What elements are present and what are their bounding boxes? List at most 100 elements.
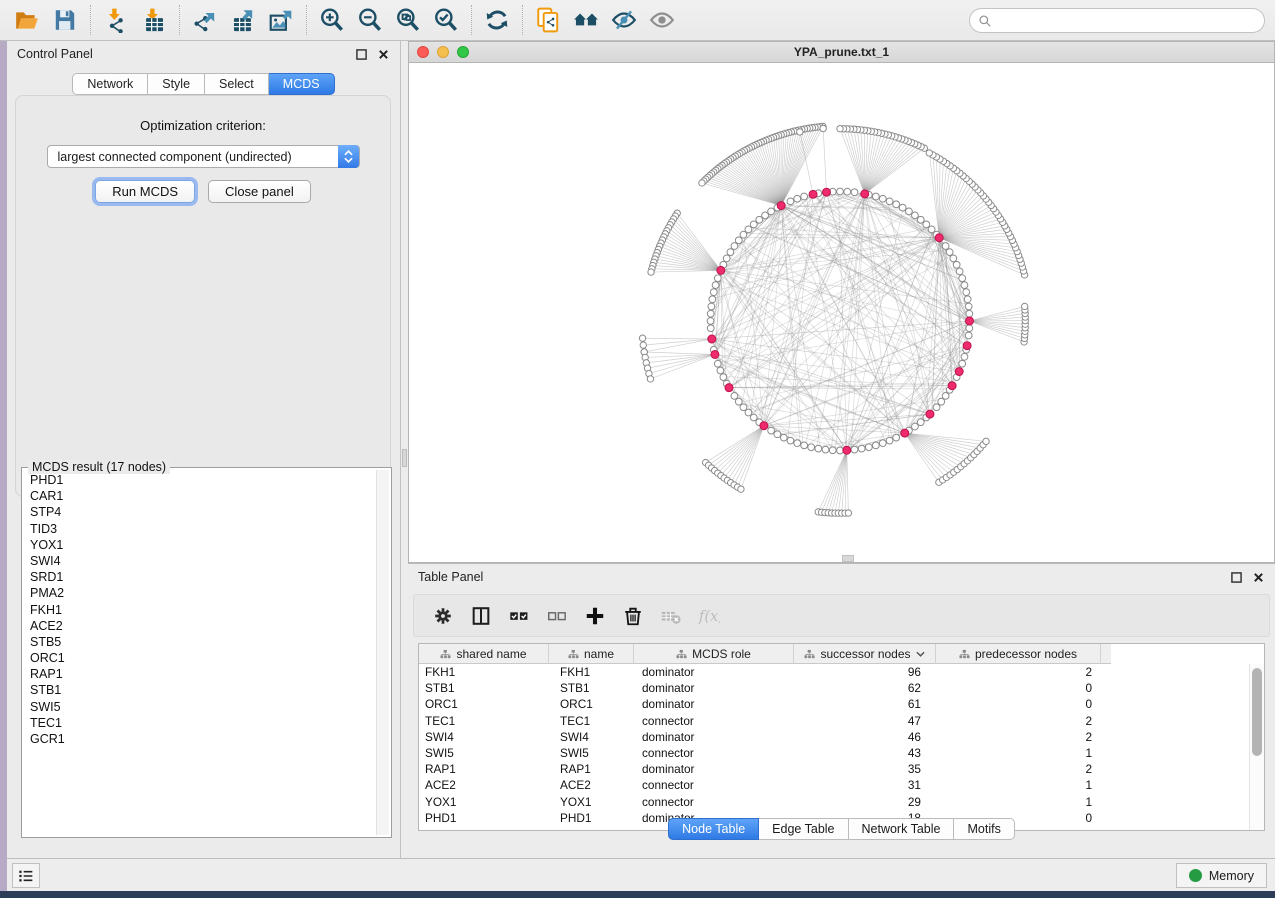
home-button[interactable]: [567, 3, 605, 37]
show-columns-button[interactable]: [462, 599, 500, 633]
close-table-panel-icon[interactable]: [1251, 570, 1265, 584]
cell-predecessor-nodes: 2: [936, 714, 1101, 728]
mcds-result-item[interactable]: PMA2: [24, 585, 375, 601]
add-column-icon: [584, 605, 606, 627]
table-row[interactable]: ACE2ACE2connector311: [419, 777, 1248, 793]
refresh-button[interactable]: [478, 3, 516, 37]
column-type-icon: [804, 649, 815, 660]
tab-motifs[interactable]: Motifs: [954, 818, 1014, 840]
run-mcds-button[interactable]: Run MCDS: [95, 180, 195, 203]
cell-successor-nodes: 61: [794, 697, 936, 711]
zoom-out-button[interactable]: [351, 3, 389, 37]
tab-select[interactable]: Select: [205, 73, 269, 95]
mcds-result-group: MCDS result (17 nodes) PHD1CAR1STP4TID3Y…: [21, 467, 392, 838]
table-row[interactable]: RAP1RAP1dominator352: [419, 761, 1248, 777]
mcds-list-scrollbar[interactable]: [376, 470, 389, 835]
tab-mcds[interactable]: MCDS: [269, 73, 335, 95]
search-input[interactable]: [992, 11, 1264, 31]
add-column-button[interactable]: [576, 599, 614, 633]
table-row[interactable]: FKH1FKH1dominator962: [419, 664, 1248, 680]
column-label: predecessor nodes: [975, 647, 1077, 661]
mcds-result-item[interactable]: TEC1: [24, 715, 375, 731]
tab-edge-table[interactable]: Edge Table: [759, 818, 848, 840]
cell-shared-name: SWI5: [419, 746, 549, 760]
column-header-predecessor-nodes[interactable]: predecessor nodes: [936, 644, 1101, 664]
cell-predecessor-nodes: 1: [936, 778, 1101, 792]
float-panel-icon[interactable]: [354, 47, 368, 61]
column-header-name[interactable]: name: [549, 644, 634, 664]
zoom-selected-button[interactable]: [427, 3, 465, 37]
open-file-button[interactable]: [8, 3, 46, 37]
tab-network[interactable]: Network: [72, 73, 148, 95]
mcds-result-item[interactable]: CAR1: [24, 488, 375, 504]
column-header-successor-nodes[interactable]: successor nodes: [794, 644, 936, 664]
desktop-edge: [0, 41, 7, 891]
mcds-result-item[interactable]: STB1: [24, 682, 375, 698]
column-header-MCDS-role[interactable]: MCDS role: [634, 644, 794, 664]
mcds-result-item[interactable]: GCR1: [24, 731, 375, 747]
hide-graphics-details-icon: [611, 7, 637, 33]
export-table-button[interactable]: [224, 3, 262, 37]
zoom-out-icon: [357, 7, 383, 33]
mcds-result-item[interactable]: RAP1: [24, 666, 375, 682]
vertical-splitter[interactable]: [401, 41, 408, 858]
network-graph[interactable]: [409, 63, 1274, 561]
mcds-result-item[interactable]: STB5: [24, 634, 375, 650]
optimization-criterion-select[interactable]: largest connected component (undirected): [47, 145, 360, 168]
zoom-in-button[interactable]: [313, 3, 351, 37]
mcds-result-item[interactable]: TID3: [24, 521, 375, 537]
zoom-selected-icon: [433, 7, 459, 33]
column-type-icon: [568, 649, 579, 660]
splitter-grip[interactable]: [402, 449, 407, 467]
network-canvas[interactable]: [408, 63, 1275, 563]
table-row[interactable]: YOX1YOX1connector291: [419, 794, 1248, 810]
select-all-checkboxes-button[interactable]: [500, 599, 538, 633]
tab-style[interactable]: Style: [148, 73, 205, 95]
table-scrollbar[interactable]: [1249, 664, 1264, 830]
tab-node-table[interactable]: Node Table: [668, 818, 759, 840]
show-graphics-details-icon: [649, 7, 675, 33]
table-row[interactable]: STB1STB1dominator620: [419, 680, 1248, 696]
close-panel-button[interactable]: Close panel: [208, 180, 311, 203]
mcds-result-item[interactable]: STP4: [24, 504, 375, 520]
mcds-result-item[interactable]: YOX1: [24, 537, 375, 553]
export-image-button[interactable]: [262, 3, 300, 37]
save-session-button[interactable]: [46, 3, 84, 37]
tab-network-table[interactable]: Network Table: [849, 818, 955, 840]
table-options-gear-button[interactable]: [424, 599, 462, 633]
memory-button[interactable]: Memory: [1176, 863, 1267, 888]
cell-name: ACE2: [549, 778, 634, 792]
network-splitter-grip[interactable]: [842, 555, 854, 562]
delete-column-button[interactable]: [614, 599, 652, 633]
table-row[interactable]: TEC1TEC1connector472: [419, 713, 1248, 729]
table-options-gear-icon: [432, 605, 454, 627]
column-label: name: [584, 647, 614, 661]
clear-table-button[interactable]: [652, 599, 690, 633]
table-row[interactable]: SWI4SWI4dominator462: [419, 729, 1248, 745]
mcds-result-item[interactable]: ORC1: [24, 650, 375, 666]
float-table-panel-icon[interactable]: [1229, 570, 1243, 584]
share-document-button[interactable]: [529, 3, 567, 37]
show-graphics-details-button[interactable]: [643, 3, 681, 37]
table-row[interactable]: ORC1ORC1dominator610: [419, 696, 1248, 712]
close-panel-icon[interactable]: [376, 47, 390, 61]
function-builder-button[interactable]: f(x): [690, 599, 728, 633]
mcds-result-item[interactable]: SRD1: [24, 569, 375, 585]
search-box[interactable]: [969, 8, 1265, 33]
mcds-result-item[interactable]: ACE2: [24, 618, 375, 634]
deselect-all-checkboxes-button[interactable]: [538, 599, 576, 633]
zoom-fit-button[interactable]: [389, 3, 427, 37]
task-history-button[interactable]: [12, 863, 40, 888]
table-row[interactable]: SWI5SWI5connector431: [419, 745, 1248, 761]
hide-graphics-details-button[interactable]: [605, 3, 643, 37]
import-table-button[interactable]: [135, 3, 173, 37]
import-network-button[interactable]: [97, 3, 135, 37]
table-scrollbar-thumb[interactable]: [1252, 668, 1262, 756]
mcds-result-item[interactable]: SWI4: [24, 553, 375, 569]
export-network-button[interactable]: [186, 3, 224, 37]
column-header-shared-name[interactable]: shared name: [419, 644, 549, 664]
mcds-result-item[interactable]: PHD1: [24, 472, 375, 488]
cell-MCDS-role: connector: [634, 714, 794, 728]
mcds-result-item[interactable]: FKH1: [24, 602, 375, 618]
mcds-result-item[interactable]: SWI5: [24, 699, 375, 715]
